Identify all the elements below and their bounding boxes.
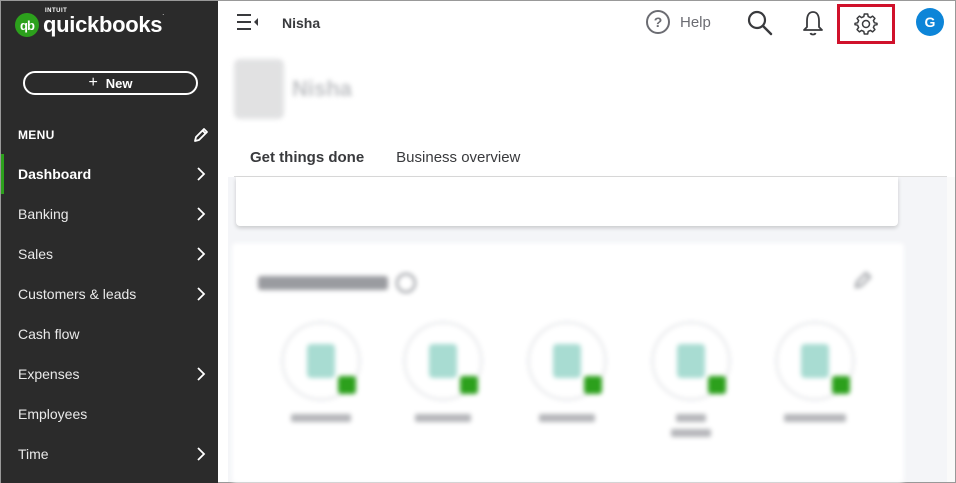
new-button[interactable]: + New	[23, 71, 198, 95]
help-label: Help	[680, 13, 711, 31]
sidebar-item-label: Employees	[18, 406, 88, 422]
collapse-menu-icon[interactable]	[236, 13, 260, 31]
main-content: Nisha Get things done Business overview	[218, 45, 955, 483]
supplier-icon	[553, 344, 581, 378]
sidebar-nav: Dashboard Banking Sales Customers & lead…	[1, 154, 218, 474]
sidebar-item-label: Banking	[18, 206, 69, 222]
receipt-icon	[429, 344, 457, 378]
quick-actions-card	[232, 243, 904, 483]
quick-action-label-blurred	[398, 411, 488, 425]
logo-dot: .	[162, 10, 165, 17]
quick-action-icon	[527, 321, 607, 401]
logo-brand-text: quickbooks	[43, 12, 163, 37]
help-icon: ?	[646, 10, 670, 34]
chevron-right-icon	[197, 447, 206, 461]
search-icon[interactable]	[747, 10, 773, 36]
sidebar-item-sales[interactable]: Sales	[1, 234, 218, 274]
add-badge-icon	[460, 376, 478, 394]
settings-button[interactable]	[837, 4, 895, 44]
pencil-icon[interactable]	[192, 126, 210, 144]
quick-action-icon	[775, 321, 855, 401]
tab-get-things-done[interactable]: Get things done	[234, 141, 381, 180]
quick-action-item[interactable]	[770, 321, 860, 425]
avatar[interactable]: G	[916, 8, 944, 36]
quickbooks-logo[interactable]: qb INTUIT quickbooks.	[15, 8, 165, 40]
quick-action-icon	[281, 321, 361, 401]
help-button[interactable]: ? Help	[646, 10, 711, 34]
bell-icon[interactable]	[801, 9, 825, 37]
menu-header: MENU	[18, 126, 210, 144]
chevron-right-icon	[197, 287, 206, 301]
person-icon	[307, 344, 335, 378]
chevron-right-icon	[197, 207, 206, 221]
sidebar-item-label: Cash flow	[18, 326, 80, 342]
quick-action-icon	[403, 321, 483, 401]
quick-action-item[interactable]	[646, 321, 736, 440]
info-icon	[396, 273, 416, 293]
add-badge-icon	[338, 376, 356, 394]
add-badge-icon	[708, 376, 726, 394]
customer-icon	[801, 344, 829, 378]
quick-action-label-blurred	[770, 411, 860, 425]
sidebar-item-customers-leads[interactable]: Customers & leads	[1, 274, 218, 314]
sidebar-item-banking[interactable]: Banking	[1, 194, 218, 234]
quick-action-label-blurred	[646, 411, 736, 440]
new-button-label: New	[105, 75, 133, 91]
add-badge-icon	[832, 376, 850, 394]
sidebar-item-time[interactable]: Time	[1, 434, 218, 474]
sidebar-item-expenses[interactable]: Expenses	[1, 354, 218, 394]
logo-wordmark: INTUIT quickbooks.	[43, 8, 165, 40]
sidebar-item-label: Customers & leads	[18, 286, 137, 302]
sidebar-item-label: Expenses	[18, 366, 80, 382]
quick-actions-title	[258, 273, 416, 293]
quick-action-icon	[651, 321, 731, 401]
top-card	[236, 177, 898, 226]
sidebar-item-label: Dashboard	[18, 166, 92, 182]
chevron-right-icon	[197, 367, 206, 381]
quick-actions-heading-blurred	[258, 276, 388, 290]
dashboard-panel	[228, 177, 949, 483]
scrollbar[interactable]	[947, 177, 955, 482]
company-name: Nisha	[282, 15, 321, 31]
bank-icon	[677, 344, 705, 378]
sidebar: qb INTUIT quickbooks. + New MENU Dashboa…	[1, 1, 218, 483]
company-header: Nisha	[234, 59, 352, 119]
menu-label: MENU	[18, 128, 55, 142]
sidebar-item-employees[interactable]: Employees	[1, 394, 218, 434]
chevron-right-icon	[197, 167, 206, 181]
sidebar-item-cash-flow[interactable]: Cash flow	[1, 314, 218, 354]
quick-action-item[interactable]	[276, 321, 366, 425]
top-bar: Nisha ? Help G	[218, 1, 955, 45]
company-heading: Nisha	[292, 76, 352, 101]
pencil-icon[interactable]	[852, 269, 874, 291]
quick-action-label-blurred	[522, 411, 612, 425]
chevron-right-icon	[197, 247, 206, 261]
tab-business-overview[interactable]: Business overview	[380, 141, 536, 180]
sidebar-item-label: Time	[18, 446, 49, 462]
quick-action-item[interactable]	[398, 321, 488, 425]
dashboard-tabs: Get things done Business overview	[234, 141, 536, 180]
company-logo-placeholder[interactable]	[234, 59, 284, 119]
quick-action-label-blurred	[276, 411, 366, 425]
logo-intuit-text: INTUIT	[45, 8, 68, 14]
quick-action-item[interactable]	[522, 321, 612, 425]
gear-icon	[854, 13, 878, 35]
add-badge-icon	[584, 376, 602, 394]
sidebar-item-dashboard[interactable]: Dashboard	[1, 154, 218, 194]
plus-icon: +	[88, 74, 98, 91]
sidebar-item-label: Sales	[18, 246, 54, 262]
qb-logo-icon: qb	[15, 13, 39, 37]
